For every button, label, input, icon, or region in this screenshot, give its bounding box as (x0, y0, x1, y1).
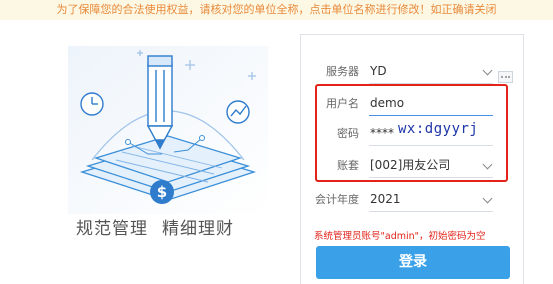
admin-hint: 系统管理员账号"admin"，初始密码为空 (314, 231, 486, 242)
chevron-down-icon[interactable] (482, 65, 493, 76)
finance-illustration: $ (68, 46, 268, 214)
server-row: 服务器 YD (301, 58, 523, 86)
slogan-right: 精细理财 (162, 219, 234, 239)
year-select[interactable]: 2021 (369, 186, 493, 212)
watermark-text: wx:dgyyrj (398, 121, 479, 137)
more-icon[interactable] (498, 71, 513, 83)
year-label: 会计年度 (315, 193, 359, 206)
server-select[interactable]: YD (369, 58, 493, 84)
year-row: 会计年度 2021 (301, 186, 523, 214)
line-chart-icon (226, 100, 250, 124)
chevron-down-icon[interactable] (482, 193, 493, 204)
notice-bar[interactable]: 为了保障您的合法使用权益，请核对您的单位全称，点击单位名称进行修改！如正确请关闭 (0, 0, 553, 20)
login-button[interactable]: 登录 (316, 246, 510, 279)
svg-text:$: $ (157, 183, 167, 201)
slogan: 规范管理 精细理财 (76, 214, 234, 239)
slogan-left: 规范管理 (76, 219, 148, 239)
server-label: 服务器 (326, 65, 359, 78)
clock-icon (80, 92, 104, 116)
dollar-coin-icon: $ (150, 180, 174, 204)
